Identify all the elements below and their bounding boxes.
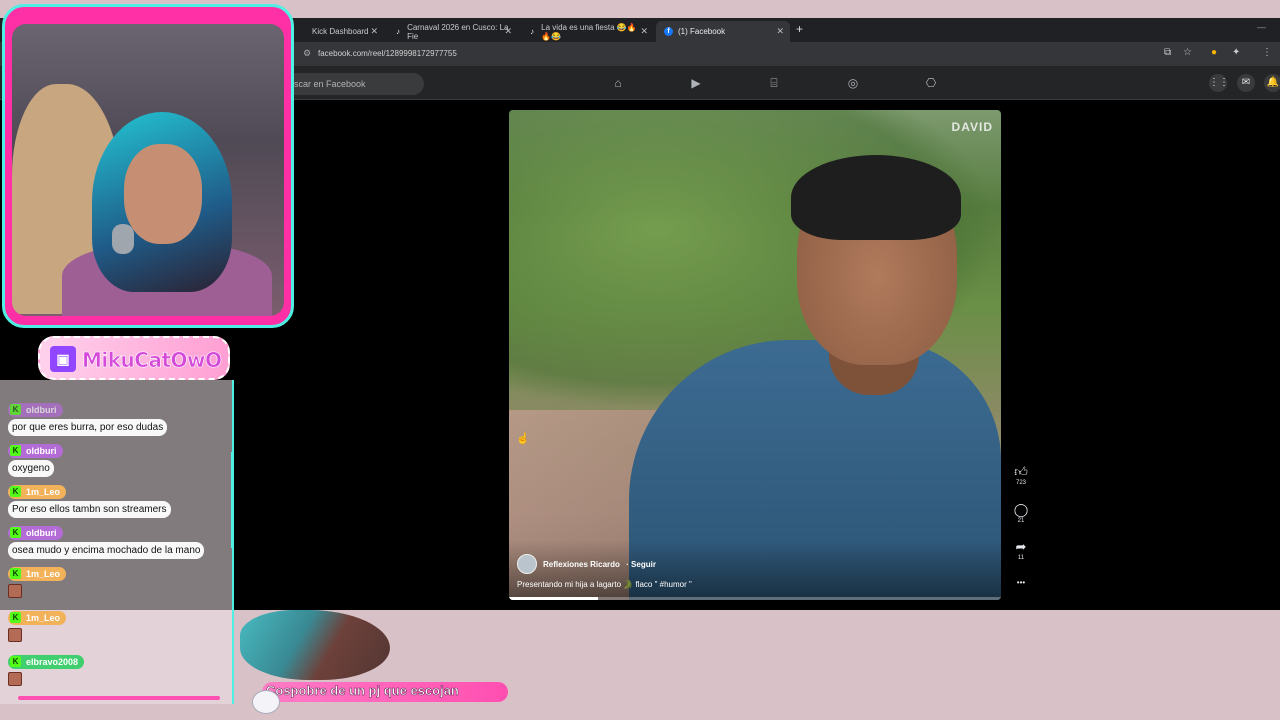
anime-character-decoration <box>240 610 390 680</box>
webcam-feed <box>12 24 284 316</box>
chat-username-badge: K 1m_Leo <box>8 566 67 581</box>
chat-message: Koldburi osea mudo y encima mochado de l… <box>8 522 205 559</box>
tab-label: (1) Facebook <box>678 27 726 36</box>
mouse-cursor-icon: ☝ <box>516 433 530 445</box>
share-count: 11 <box>1017 555 1025 561</box>
twitch-logo-icon: ▣ <box>50 346 76 372</box>
chat-message: K 1m_Leo <box>8 607 67 642</box>
notifications-icon[interactable]: 🔔 <box>1264 74 1280 92</box>
video-progress-fill <box>509 597 598 600</box>
tab-facebook[interactable]: f (1) Facebook ✕ <box>656 21 790 42</box>
tab-carnaval[interactable]: ♪ Carnaval 2026 en Cusco: La Fie ✕ <box>386 21 518 42</box>
kick-badge-icon: K <box>10 527 21 538</box>
like-icon: 👍︎ <box>1014 464 1028 479</box>
chat-emote-icon <box>8 672 22 686</box>
close-tab-icon[interactable]: ✕ <box>504 26 512 37</box>
more-icon: ••• <box>1016 578 1026 587</box>
ticker-text: Cospobre de un pj que escojan <box>266 683 459 699</box>
close-tab-icon[interactable]: ✕ <box>640 26 648 37</box>
kick-badge-icon: K <box>10 445 21 456</box>
follow-button[interactable]: · Seguir <box>626 560 656 569</box>
close-tab-icon[interactable]: ✕ <box>370 26 378 37</box>
comment-button[interactable]: ◯ 21 <box>1011 503 1031 525</box>
video-bottom-gradient <box>509 540 1001 600</box>
author-name[interactable]: Reflexiones Ricardo <box>543 560 620 569</box>
stream-screen: Kick Dashboard ✕ ♪ Carnaval 2026 en Cusc… <box>0 0 1280 720</box>
reel-caption: Presentando mi hija a lagarto 🐊 flaco " … <box>517 580 692 589</box>
marketplace-icon[interactable]: ⌸ <box>767 76 781 90</box>
chat-text: oxygeno <box>8 460 54 477</box>
url-field[interactable]: facebook.com/reel/1289998172977755 <box>318 49 457 58</box>
bookmark-star-icon[interactable]: ☆ <box>1183 47 1192 58</box>
tab-label: La vida es una fiesta 😂🔥🔥😂 <box>541 22 637 41</box>
kick-badge-icon: K <box>10 404 21 415</box>
chat-message: Koldburi por que eres burra, por eso dud… <box>8 399 168 436</box>
chat-username-badge: K 1m_Leo <box>8 484 67 499</box>
menu-grid-icon[interactable]: ⋮⋮ <box>1209 74 1229 92</box>
new-tab-button[interactable]: + <box>796 22 803 36</box>
channel-banner: ▣ MikuCatOwO <box>38 336 230 380</box>
kick-badge-icon: K <box>10 568 21 579</box>
chat-username-badge: Koldburi <box>8 525 63 540</box>
comment-icon: ◯ <box>1013 502 1029 517</box>
video-person-hair <box>791 155 961 240</box>
chat-emote-icon <box>8 628 22 642</box>
chat-message: K 1m_Leo <box>8 563 67 598</box>
gaming-icon[interactable]: ⎔ <box>924 76 938 90</box>
chat-username-badge: Koldburi <box>8 402 63 417</box>
kick-badge-icon: K <box>10 656 21 667</box>
close-tab-icon[interactable]: ✕ <box>776 26 784 37</box>
chat-message: K 1m_Leo Por eso ellos tambn son streamer… <box>8 481 171 518</box>
profile-menu-icon[interactable]: ⋮ <box>1262 47 1272 58</box>
like-button[interactable]: 👍︎ 723 <box>1011 465 1031 487</box>
tiktok-favicon-icon: ♪ <box>396 27 401 36</box>
kick-favicon-icon <box>298 27 307 36</box>
site-settings-icon[interactable]: ⚙ <box>303 48 311 59</box>
watch-icon[interactable]: ▶ <box>689 76 703 90</box>
chat-text: osea mudo y encima mochado de la mano <box>8 542 205 559</box>
comment-count: 21 <box>1017 518 1025 524</box>
stream-ticker: Cospobre de un pj que escojan <box>262 682 508 702</box>
minimize-icon[interactable]: — <box>1257 22 1266 32</box>
extensions-puzzle-icon[interactable]: ✦ <box>1232 47 1240 58</box>
tab-kick-dashboard[interactable]: Kick Dashboard ✕ <box>290 21 384 42</box>
chat-text: Por eso ellos tambn son streamers <box>8 501 171 518</box>
like-count: 723 <box>1015 480 1026 486</box>
kick-badge-icon: K <box>10 612 21 623</box>
chat-username-badge: Koldburi <box>8 443 63 458</box>
reel-video[interactable]: DAVID Reflexiones Ricardo · Seguir Prese… <box>509 110 1001 600</box>
groups-icon[interactable]: ◎ <box>846 76 860 90</box>
chat-message: Kelbravo2008 <box>8 651 85 686</box>
home-icon[interactable]: ⌂ <box>611 76 625 90</box>
share-icon: ➦ <box>1015 539 1027 554</box>
chat-username-badge: Kelbravo2008 <box>8 654 85 669</box>
chat-bottom-decoration <box>18 696 220 700</box>
author-avatar[interactable] <box>517 554 537 574</box>
tab-la-vida-es-una-fiesta[interactable]: ♪ La vida es una fiesta 😂🔥🔥😂 ✕ <box>520 21 654 42</box>
chat-emote-icon <box>8 584 22 598</box>
more-options-button[interactable]: ••• <box>1011 576 1031 590</box>
author-line: Reflexiones Ricardo · Seguir <box>543 560 656 569</box>
extension-icon[interactable]: ● <box>1211 47 1217 58</box>
share-button[interactable]: ➦ 11 <box>1011 540 1031 562</box>
channel-name: MikuCatOwO <box>82 348 223 373</box>
tab-label: Kick Dashboard <box>312 27 369 36</box>
facebook-search-input[interactable]: scar en Facebook <box>280 73 424 95</box>
video-watermark: DAVID <box>951 120 993 134</box>
chat-username-badge: K 1m_Leo <box>8 610 67 625</box>
chat-message: Koldburi oxygeno <box>8 440 63 477</box>
chat-scrollbar[interactable] <box>231 452 234 548</box>
facebook-favicon-icon: f <box>664 27 673 36</box>
tab-label: Carnaval 2026 en Cusco: La Fie <box>407 22 509 41</box>
cat-mascot-icon <box>252 690 280 714</box>
tiktok-favicon-icon: ♪ <box>530 27 535 36</box>
kick-badge-icon: K <box>10 486 21 497</box>
microphone-icon <box>112 224 134 254</box>
messenger-icon[interactable]: ✉ <box>1237 74 1255 92</box>
install-app-icon[interactable]: ⧉ <box>1164 47 1171 58</box>
video-progress-bar[interactable] <box>509 597 1001 600</box>
webcam-streamer-face <box>124 144 202 244</box>
chat-text: por que eres burra, por eso dudas <box>8 419 168 436</box>
